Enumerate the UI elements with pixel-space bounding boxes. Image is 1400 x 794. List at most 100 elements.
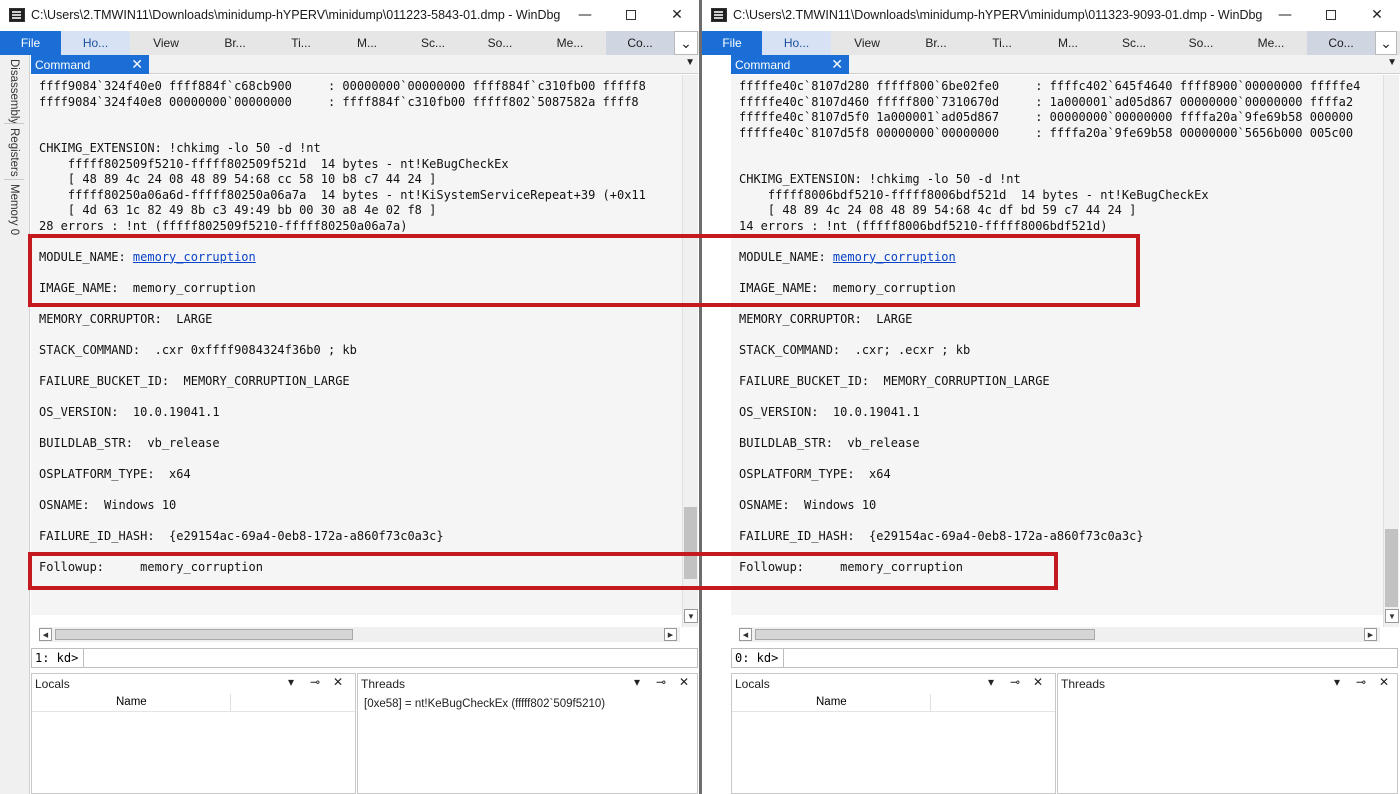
threads-header: Threads ▾ ⊸ ✕ <box>358 674 697 694</box>
minimize-button[interactable]: — <box>562 0 608 30</box>
ribbon-tab-view[interactable]: View <box>130 31 202 55</box>
ribbon-tab-command[interactable]: Co... <box>606 31 674 55</box>
output-line: [ 48 89 4c 24 08 48 89 54:68 cc 58 10 b8… <box>39 172 437 186</box>
ribbon-tab-source[interactable]: So... <box>1167 31 1235 55</box>
maximize-button[interactable] <box>608 0 654 30</box>
ribbon-tab-model[interactable]: M... <box>334 31 400 55</box>
ribbon-tab-scripting[interactable]: Sc... <box>1101 31 1167 55</box>
ribbon-tab-memory[interactable]: Me... <box>1235 31 1307 55</box>
window-divider <box>699 0 702 794</box>
pin-icon[interactable]: ⊸ <box>1356 675 1366 689</box>
ribbon-collapse-button[interactable]: ⌄ <box>1375 31 1397 55</box>
close-icon[interactable]: ✕ <box>679 675 689 689</box>
close-icon: ✕ <box>1371 7 1383 23</box>
ribbon-tab-view[interactable]: View <box>831 31 903 55</box>
command-input[interactable] <box>84 649 697 667</box>
output-line: OSPLATFORM_TYPE: x64 <box>39 466 191 481</box>
command-input[interactable] <box>784 649 1397 667</box>
output-horizontal-scrollbar[interactable]: ◀ ▶ <box>739 627 1380 642</box>
output-vertical-scrollbar[interactable]: ▼ <box>682 75 698 627</box>
locals-column-header[interactable]: Name <box>732 694 1055 712</box>
ribbon-tab-model[interactable]: M... <box>1035 31 1101 55</box>
threads-header: Threads ▾ ⊸ ✕ <box>1058 674 1397 694</box>
scroll-right-arrow[interactable]: ▶ <box>664 628 677 641</box>
prompt-label: 1: kd> <box>32 649 84 667</box>
maximize-icon <box>1326 10 1336 20</box>
close-icon[interactable]: ✕ <box>1379 675 1389 689</box>
windbg-window-left: C:\Users\2.TMWIN11\Downloads\minidump-hY… <box>0 0 700 794</box>
output-line: CHKIMG_EXTENSION: !chkimg -lo 50 -d !nt <box>39 141 321 155</box>
ribbon-tab-home[interactable]: Ho... <box>762 31 831 55</box>
command-output-text: fffffe40c`8107d280 fffff800`6be02fe0 : f… <box>739 79 1360 575</box>
ribbon-tab-file[interactable]: File <box>0 31 61 55</box>
scroll-left-arrow[interactable]: ◀ <box>39 628 52 641</box>
dropdown-icon[interactable]: ▾ <box>288 675 294 689</box>
minimize-button[interactable]: — <box>1262 0 1308 30</box>
output-line: FAILURE_ID_HASH: {e29154ac-69a4-0eb8-172… <box>739 528 1144 543</box>
command-output: fffffe40c`8107d280 fffff800`6be02fe0 : f… <box>731 75 1384 615</box>
scrollbar-thumb[interactable] <box>755 629 1095 640</box>
sidebar-tab-registers[interactable]: Registers <box>8 128 20 177</box>
dropdown-icon[interactable]: ▾ <box>1334 675 1340 689</box>
close-icon[interactable]: ✕ <box>831 55 843 74</box>
output-line: OS_VERSION: 10.0.19041.1 <box>739 404 920 419</box>
ribbon-tab-home[interactable]: Ho... <box>61 31 130 55</box>
output-line: OS_VERSION: 10.0.19041.1 <box>39 404 220 419</box>
minimize-icon: — <box>1278 7 1292 23</box>
dropdown-icon[interactable]: ▾ <box>634 675 640 689</box>
tab-command[interactable]: Command ✕ <box>31 55 149 74</box>
close-icon[interactable]: ✕ <box>333 675 343 689</box>
ribbon-tab-breakpoints[interactable]: Br... <box>202 31 268 55</box>
output-horizontal-scrollbar[interactable]: ◀ ▶ <box>39 627 680 642</box>
minimize-icon: — <box>578 7 592 23</box>
output-line: BUILDLAB_STR: vb_release <box>739 435 920 450</box>
pin-icon[interactable]: ⊸ <box>1010 675 1020 689</box>
dropdown-icon[interactable]: ▼ <box>1387 57 1397 68</box>
command-output: ffff9084`324f40e0 ffff884f`c68cb900 : 00… <box>31 75 682 615</box>
output-vertical-scrollbar[interactable]: ▼ <box>1383 75 1399 627</box>
tab-command[interactable]: Command ✕ <box>731 55 849 74</box>
ribbon-tab-time-travel[interactable]: Ti... <box>268 31 334 55</box>
locals-column-header[interactable]: Name <box>32 694 355 712</box>
ribbon-tab-time-travel[interactable]: Ti... <box>969 31 1035 55</box>
output-line: ffff9084`324f40e8 00000000`00000000 : ff… <box>39 94 639 109</box>
maximize-button[interactable] <box>1308 0 1354 30</box>
command-output-text: ffff9084`324f40e0 ffff884f`c68cb900 : 00… <box>39 79 646 575</box>
output-line: fffff8006bdf5210-fffff8006bdf521d 14 byt… <box>739 187 1209 202</box>
scroll-left-arrow[interactable]: ◀ <box>739 628 752 641</box>
close-window-button[interactable]: ✕ <box>1354 0 1400 30</box>
scroll-down-arrow[interactable]: ▼ <box>684 609 698 623</box>
locals-header: Locals ▾ ⊸ ✕ <box>732 674 1055 694</box>
ribbon-tab-command[interactable]: Co... <box>1307 31 1375 55</box>
ribbon-tab-file[interactable]: File <box>702 31 762 55</box>
window-title: C:\Users\2.TMWIN11\Downloads\minidump-hY… <box>733 8 1262 22</box>
sidebar-tab-disassembly[interactable]: Disassembly <box>8 59 20 124</box>
thread-row[interactable]: [0xe58] = nt!KeBugCheckEx (fffff802`509f… <box>358 694 697 714</box>
close-icon[interactable]: ✕ <box>131 55 143 74</box>
ribbon-collapse-button[interactable]: ⌄ <box>674 31 698 55</box>
ribbon-tab-scripting[interactable]: Sc... <box>400 31 466 55</box>
scroll-right-arrow[interactable]: ▶ <box>1364 628 1377 641</box>
pin-icon[interactable]: ⊸ <box>656 675 666 689</box>
scrollbar-thumb[interactable] <box>1385 529 1398 607</box>
pin-icon[interactable]: ⊸ <box>310 675 320 689</box>
ribbon-tab-memory[interactable]: Me... <box>534 31 606 55</box>
dropdown-icon[interactable]: ▾ <box>988 675 994 689</box>
locals-header: Locals ▾ ⊸ ✕ <box>32 674 355 694</box>
ribbon-tab-source[interactable]: So... <box>466 31 534 55</box>
thread-row[interactable] <box>1058 694 1397 702</box>
close-window-button[interactable]: ✕ <box>654 0 700 30</box>
scroll-down-arrow[interactable]: ▼ <box>1385 609 1399 623</box>
maximize-icon <box>626 10 636 20</box>
dropdown-icon[interactable]: ▼ <box>685 57 695 68</box>
sidebar-tab-memory[interactable]: Memory 0 <box>8 184 20 235</box>
ribbon-tab-breakpoints[interactable]: Br... <box>903 31 969 55</box>
close-icon[interactable]: ✕ <box>1033 675 1043 689</box>
scrollbar-thumb[interactable] <box>55 629 353 640</box>
output-line: fffffe40c`8107d460 fffff800`7310670d : 1… <box>739 94 1354 109</box>
